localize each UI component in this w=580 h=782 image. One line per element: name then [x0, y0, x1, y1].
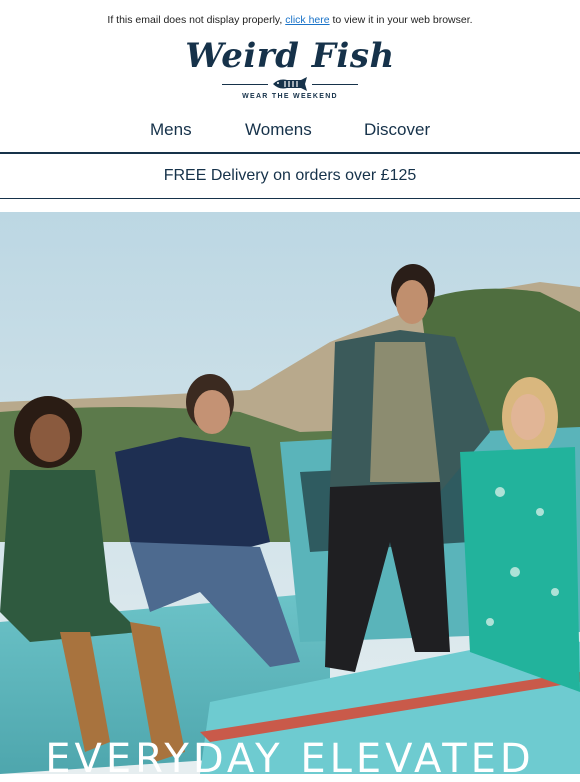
banner-divider — [0, 198, 580, 199]
hero-image[interactable] — [0, 212, 580, 774]
nav-item-womens[interactable]: Womens — [245, 120, 312, 140]
logo-rule-right — [312, 84, 358, 85]
fish-skeleton-icon — [273, 77, 307, 91]
free-delivery-banner[interactable]: FREE Delivery on orders over £125 — [0, 167, 580, 185]
logo-rule-left — [222, 84, 268, 85]
hero-headline: EVERYDAY ELEVATED — [45, 736, 535, 782]
nav-item-discover[interactable]: Discover — [364, 120, 430, 140]
view-in-browser-link[interactable]: click here — [285, 14, 329, 26]
brand-logo[interactable]: Weird Fish — [0, 36, 580, 76]
browser-view-notice: If this email does not display properly,… — [0, 14, 580, 26]
notice-prefix: If this email does not display properly, — [107, 14, 286, 26]
notice-suffix: to view it in your web browser. — [329, 14, 473, 26]
nav-item-mens[interactable]: Mens — [150, 120, 192, 140]
nav-divider — [0, 152, 580, 154]
main-nav: Mens Womens Discover — [0, 120, 580, 142]
brand-tagline: WEAR THE WEEKEND — [242, 93, 338, 100]
hero-photo-illustration — [0, 212, 580, 774]
brand-wordmark: Weird Fish — [185, 36, 395, 76]
